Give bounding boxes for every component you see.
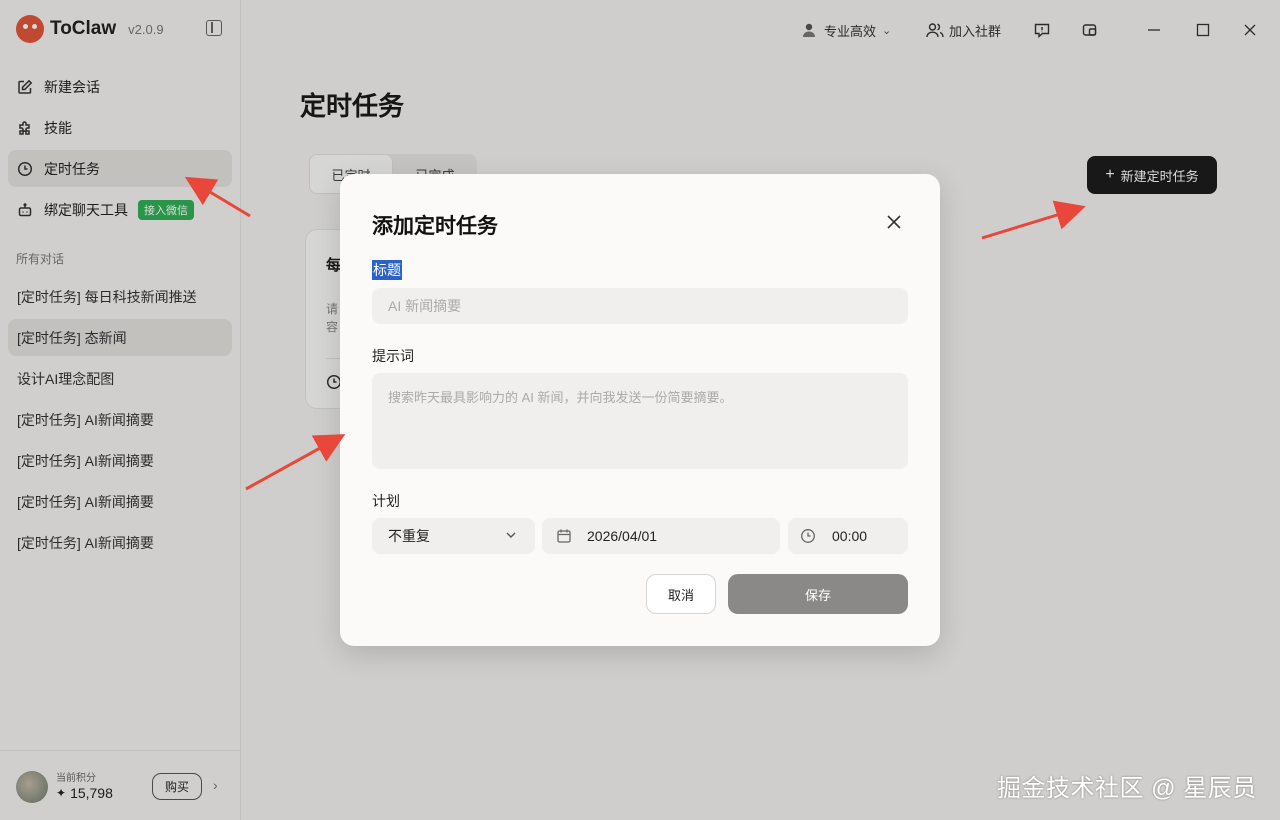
arrow-to-dialog — [245, 434, 346, 491]
annotation-arrows — [184, 176, 1086, 491]
watermark: 掘金技术社区 @ 星辰员 — [997, 775, 1257, 802]
arrow-to-sidebar-tasks — [184, 176, 251, 218]
arrow-to-new-task — [981, 200, 1086, 240]
